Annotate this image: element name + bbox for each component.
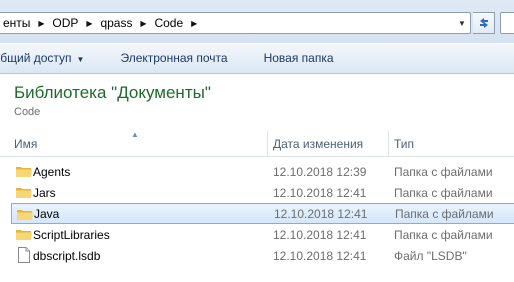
- column-header-row: ▲ Имя Дата изменения Тип: [0, 130, 514, 157]
- file-date: 12.10.2018 12:39: [273, 164, 367, 179]
- list-item-dbscript[interactable]: dbscript.lsdb 12.10.2018 12:41 Файл "LSD…: [11, 245, 514, 266]
- breadcrumb-qpass[interactable]: qpass: [94, 16, 138, 30]
- list-item-scriptlibraries[interactable]: ScriptLibraries 12.10.2018 12:41 Папка с…: [11, 224, 514, 245]
- file-name: Jars: [33, 185, 56, 200]
- file-icon: [18, 247, 30, 263]
- list-item-jars[interactable]: Jars 12.10.2018 12:41 Папка с файлами: [11, 182, 514, 203]
- file-type: Папка с файлами: [394, 227, 493, 242]
- share-button[interactable]: ьбщий доступ ▼: [0, 51, 102, 65]
- file-date: 12.10.2018 12:41: [274, 206, 368, 221]
- file-date: 12.10.2018 12:41: [273, 185, 367, 200]
- address-bar-row: енты ▶ ODP ▶ qpass ▶ Code ▶ ▼: [0, 0, 514, 43]
- file-type: Папка с файлами: [394, 164, 493, 179]
- column-divider[interactable]: [388, 131, 389, 157]
- page-title: Библиотека "Документы": [14, 83, 211, 102]
- column-header-name[interactable]: Имя: [14, 131, 37, 157]
- folder-icon: [16, 230, 32, 240]
- email-button[interactable]: Электронная почта: [102, 51, 245, 65]
- column-header-type[interactable]: Тип: [394, 131, 414, 157]
- library-header: Библиотека "Документы" Code: [0, 75, 514, 125]
- sort-ascending-icon: ▲: [131, 130, 139, 139]
- address-dropdown-icon[interactable]: ▼: [454, 13, 470, 33]
- refresh-icon: [479, 18, 488, 28]
- file-type: Папка с файлами: [395, 206, 494, 221]
- refresh-button[interactable]: [473, 12, 495, 34]
- library-subtitle: Code: [14, 106, 41, 118]
- address-bar[interactable]: енты ▶ ODP ▶ qpass ▶ Code ▶ ▼: [0, 12, 471, 34]
- chevron-down-icon: ▼: [76, 55, 85, 64]
- new-folder-button[interactable]: Новая папка: [246, 51, 352, 65]
- breadcrumb-chevron-icon[interactable]: ▶: [189, 14, 199, 32]
- breadcrumb-documents[interactable]: енты: [0, 16, 36, 30]
- breadcrumb-chevron-icon[interactable]: ▶: [36, 14, 46, 32]
- file-name: Agents: [33, 164, 71, 179]
- column-header-date[interactable]: Дата изменения: [273, 131, 363, 157]
- file-type: Папка с файлами: [394, 185, 493, 200]
- file-type: Файл "LSDB": [394, 248, 467, 263]
- breadcrumb-chevron-icon[interactable]: ▶: [138, 14, 148, 32]
- file-name: ScriptLibraries: [33, 227, 110, 242]
- search-input[interactable]: [500, 12, 514, 34]
- file-name: Java: [34, 206, 60, 221]
- share-button-label: ьбщий доступ: [0, 51, 72, 65]
- folder-icon: [16, 188, 32, 198]
- folder-icon: [16, 167, 32, 177]
- list-item-agents[interactable]: Agents 12.10.2018 12:39 Папка с файлами: [11, 161, 514, 182]
- folder-icon: [17, 210, 33, 220]
- file-name: dbscript.lsdb: [33, 248, 101, 263]
- file-date: 12.10.2018 12:41: [273, 227, 367, 242]
- breadcrumb-chevron-icon[interactable]: ▶: [84, 14, 94, 32]
- file-date: 12.10.2018 12:41: [273, 248, 367, 263]
- breadcrumb-odp[interactable]: ODP: [46, 16, 84, 30]
- list-item-java[interactable]: Java 12.10.2018 12:41 Папка с файлами: [11, 203, 514, 224]
- command-toolbar: ьбщий доступ ▼ Электронная почта Новая па…: [0, 43, 514, 74]
- column-divider[interactable]: [267, 131, 268, 157]
- breadcrumb-code[interactable]: Code: [148, 16, 189, 30]
